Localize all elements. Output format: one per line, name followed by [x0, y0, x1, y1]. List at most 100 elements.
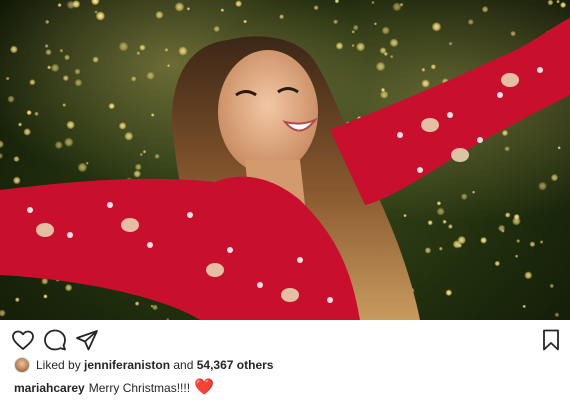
instagram-post: Liked by jenniferaniston and 54,367 othe… [0, 0, 570, 400]
bokeh-light [371, 0, 375, 5]
bokeh-light [549, 283, 555, 289]
bokeh-light [152, 304, 158, 311]
send-icon[interactable] [75, 328, 99, 352]
bokeh-light [14, 297, 20, 303]
bokeh-light [481, 5, 489, 13]
bokeh-light [18, 122, 23, 127]
bokeh-light [516, 239, 521, 243]
bookmark-icon[interactable] [539, 328, 563, 352]
bokeh-light [447, 224, 453, 229]
likes-middle: and [170, 358, 197, 372]
bokeh-light [133, 170, 142, 178]
bokeh-light [124, 131, 134, 141]
bokeh-light [29, 79, 36, 86]
caption-text: Merry Christmas!!!! [88, 381, 191, 395]
bokeh-light [504, 146, 510, 152]
bokeh-light [472, 190, 476, 194]
bokeh-light [94, 10, 98, 14]
bokeh-light [26, 109, 32, 116]
bokeh-light [524, 271, 533, 280]
bokeh-light [351, 30, 356, 34]
bokeh-light [64, 283, 73, 292]
bokeh-light [66, 120, 75, 130]
bokeh-light [0, 309, 6, 317]
bokeh-light [538, 181, 548, 191]
bokeh-light [174, 2, 185, 12]
bokeh-light [0, 152, 4, 159]
bokeh-light [13, 155, 20, 163]
bokeh-light [352, 24, 359, 31]
bokeh-light [164, 47, 169, 52]
bokeh-light [54, 141, 63, 150]
bokeh-light [501, 129, 509, 137]
bokeh-light [243, 19, 248, 24]
bokeh-light [529, 241, 536, 248]
bokeh-light [424, 247, 432, 254]
bokeh-light [460, 193, 468, 201]
bokeh-light [213, 25, 220, 33]
bokeh-light [379, 90, 389, 99]
bokeh-light [390, 54, 394, 59]
bokeh-light [45, 19, 50, 25]
bokeh-light [457, 243, 463, 248]
bokeh-light [77, 162, 88, 173]
bokeh-light [134, 301, 140, 306]
bokeh-light [436, 201, 442, 206]
bokeh-light [136, 51, 141, 56]
bokeh-light [448, 41, 453, 46]
bokeh-light [118, 122, 127, 130]
bokeh-light [220, 8, 225, 13]
bokeh-light [375, 61, 386, 72]
bokeh-light [118, 41, 129, 52]
bokeh-light [421, 79, 430, 88]
bokeh-light [90, 0, 100, 6]
likes-summary: Liked by jenniferaniston and 54,367 othe… [14, 355, 273, 375]
bokeh-light [5, 76, 10, 81]
bokeh-light [431, 21, 442, 32]
caption-username[interactable]: mariahcarey [14, 381, 85, 395]
bokeh-light [445, 289, 453, 297]
bokeh-light [7, 95, 15, 103]
liker-username[interactable]: jenniferaniston [84, 358, 170, 372]
bokeh-light [130, 76, 137, 82]
bokeh-light [45, 49, 52, 56]
bokeh-light [403, 213, 407, 218]
bokeh-light [383, 51, 388, 57]
face [218, 50, 318, 174]
bokeh-light [480, 236, 488, 244]
bokeh-light [374, 22, 377, 26]
bokeh-light [155, 10, 164, 20]
bokeh-light [74, 78, 83, 87]
bokeh-light [504, 212, 511, 218]
post-caption: mariahcarey Merry Christmas!!!! ❤️ [14, 377, 214, 399]
heart-emoji: ❤️ [194, 379, 214, 396]
bokeh-light [0, 140, 4, 149]
heart-outline-icon[interactable] [11, 328, 35, 352]
likes-count[interactable]: 54,367 others [197, 358, 274, 372]
liker-avatar[interactable] [14, 357, 30, 373]
bokeh-light [146, 71, 155, 80]
bokeh-light [442, 219, 447, 224]
bokeh-light [57, 3, 62, 8]
bokeh-light [351, 44, 355, 48]
bokeh-light [522, 304, 526, 309]
bokeh-light [392, 2, 402, 12]
comment-icon[interactable] [43, 328, 67, 352]
bokeh-light [430, 64, 437, 70]
bokeh-light [539, 240, 544, 244]
bokeh-light [514, 254, 519, 258]
bokeh-light [421, 67, 426, 72]
bokeh-light [550, 173, 559, 182]
bokeh-light [9, 45, 18, 54]
bokeh-light [139, 152, 143, 157]
bokeh-light [44, 44, 49, 48]
bokeh-light [167, 64, 170, 68]
post-photo[interactable] [0, 0, 570, 320]
bokeh-light [510, 30, 516, 37]
bokeh-light [511, 216, 521, 226]
bokeh-light [139, 44, 146, 51]
bokeh-light [186, 7, 191, 11]
bokeh-light [556, 0, 560, 4]
bokeh-light [50, 63, 60, 73]
bokeh-light [23, 127, 32, 136]
